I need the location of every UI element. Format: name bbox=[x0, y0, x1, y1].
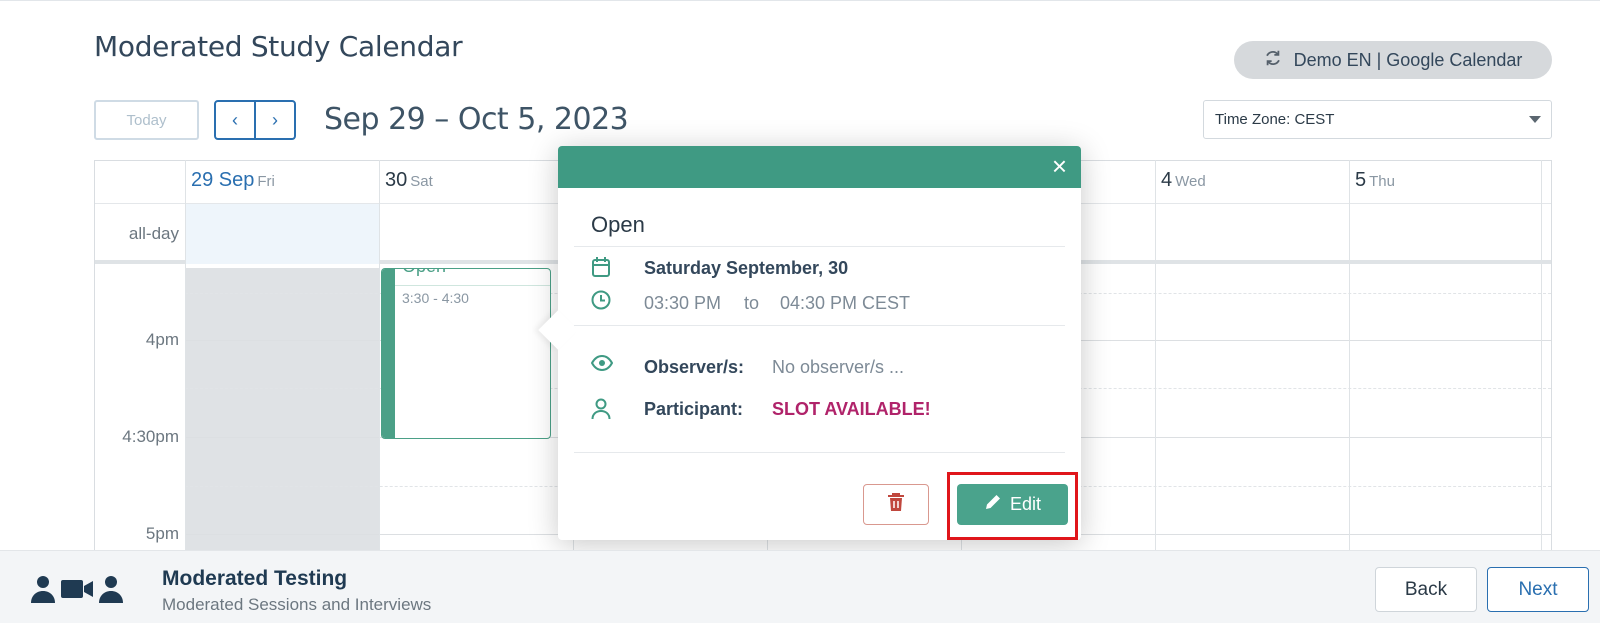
edit-label: Edit bbox=[1009, 494, 1042, 514]
popup-end-time: 04:30 PM CEST bbox=[780, 293, 911, 313]
popup-date: Saturday September, 30 bbox=[644, 258, 849, 278]
person-icon bbox=[30, 575, 56, 608]
event-title: Open bbox=[402, 269, 446, 277]
popup-divider bbox=[574, 246, 1065, 247]
moderated-testing-icons bbox=[30, 575, 124, 608]
next-week-button[interactable]: › bbox=[256, 102, 294, 138]
person-icon bbox=[591, 398, 613, 420]
day-header[interactable]: 5 Thu bbox=[1355, 169, 1395, 192]
pencil-icon bbox=[984, 493, 1002, 516]
next-button[interactable]: Next bbox=[1487, 567, 1589, 612]
day-header[interactable]: 29 Sep Fri bbox=[191, 169, 275, 192]
trash-icon bbox=[887, 492, 905, 517]
eye-icon bbox=[590, 354, 614, 377]
footer-title: Moderated Testing bbox=[162, 567, 348, 590]
prev-week-button[interactable]: ‹ bbox=[216, 102, 256, 138]
popup-to-label: to bbox=[744, 293, 760, 313]
day-of-week: Wed bbox=[1175, 173, 1206, 190]
day-number: 30 bbox=[385, 169, 408, 191]
day-number: 29 Sep bbox=[191, 169, 255, 191]
popup-start-time: 03:30 PM bbox=[644, 293, 722, 313]
close-icon[interactable]: × bbox=[1052, 152, 1067, 180]
allday-label: all-day bbox=[128, 224, 179, 243]
person-icon bbox=[98, 575, 124, 608]
day-of-week: Thu bbox=[1369, 173, 1395, 190]
day-number: 4 bbox=[1161, 169, 1173, 191]
video-camera-icon bbox=[60, 577, 94, 606]
calendar-sync-button[interactable]: Demo EN | Google Calendar bbox=[1234, 41, 1552, 79]
today-column bbox=[185, 268, 379, 550]
calendar-sync-label: Demo EN | Google Calendar bbox=[1293, 49, 1523, 70]
participant-label: Participant: bbox=[644, 399, 744, 419]
day-number: 5 bbox=[1355, 169, 1367, 191]
event-time: 3:30 - 4:30 bbox=[402, 290, 469, 306]
column-divider bbox=[1349, 160, 1350, 550]
today-allday-cell bbox=[185, 204, 379, 264]
column-divider bbox=[1541, 160, 1542, 550]
participant-value: SLOT AVAILABLE! bbox=[772, 399, 931, 419]
observer-value: No observer/s ... bbox=[772, 357, 905, 377]
calendar-event[interactable]: Open 3:30 - 4:30 bbox=[381, 268, 551, 439]
sync-icon bbox=[1264, 49, 1282, 72]
top-divider bbox=[0, 0, 1600, 1]
time-label: 4:30pm bbox=[122, 427, 179, 446]
page-title: Moderated Study Calendar bbox=[94, 30, 463, 63]
date-range-title: Sep 29 – Oct 5, 2023 bbox=[324, 102, 629, 137]
popup-header bbox=[558, 146, 1081, 188]
column-divider bbox=[185, 160, 186, 550]
day-of-week: Fri bbox=[257, 173, 275, 190]
column-divider bbox=[379, 160, 380, 550]
back-button[interactable]: Back bbox=[1375, 567, 1477, 612]
popup-divider bbox=[574, 325, 1065, 326]
event-divider bbox=[395, 285, 550, 286]
delete-button[interactable] bbox=[863, 484, 929, 525]
edit-button[interactable]: Edit bbox=[957, 484, 1068, 525]
day-header[interactable]: 4 Wed bbox=[1161, 169, 1206, 192]
clock-icon bbox=[591, 290, 613, 312]
chevron-down-icon bbox=[1529, 116, 1541, 123]
day-of-week: Sat bbox=[410, 173, 433, 190]
edit-highlight: Edit bbox=[947, 472, 1078, 540]
calendar-icon bbox=[591, 256, 613, 278]
footer-subtitle: Moderated Sessions and Interviews bbox=[162, 595, 432, 614]
column-divider bbox=[1155, 160, 1156, 550]
time-label: 5pm bbox=[145, 524, 179, 543]
event-color-bar bbox=[382, 269, 395, 438]
timezone-value: Time Zone: CEST bbox=[1215, 111, 1335, 128]
footer-bar: Moderated Testing Moderated Sessions and… bbox=[0, 550, 1600, 623]
calendar-nav: ‹ › bbox=[214, 100, 296, 140]
observer-label: Observer/s: bbox=[644, 357, 745, 377]
popup-title: Open bbox=[591, 212, 645, 237]
today-button[interactable]: Today bbox=[94, 100, 199, 140]
day-header[interactable]: 30 Sat bbox=[385, 169, 433, 192]
timezone-select[interactable]: Time Zone: CEST bbox=[1203, 100, 1552, 139]
popup-divider bbox=[574, 452, 1065, 453]
event-popup: × Open Saturday September, 30 03:30 PM t… bbox=[538, 146, 1081, 540]
time-label: 4pm bbox=[145, 330, 179, 349]
